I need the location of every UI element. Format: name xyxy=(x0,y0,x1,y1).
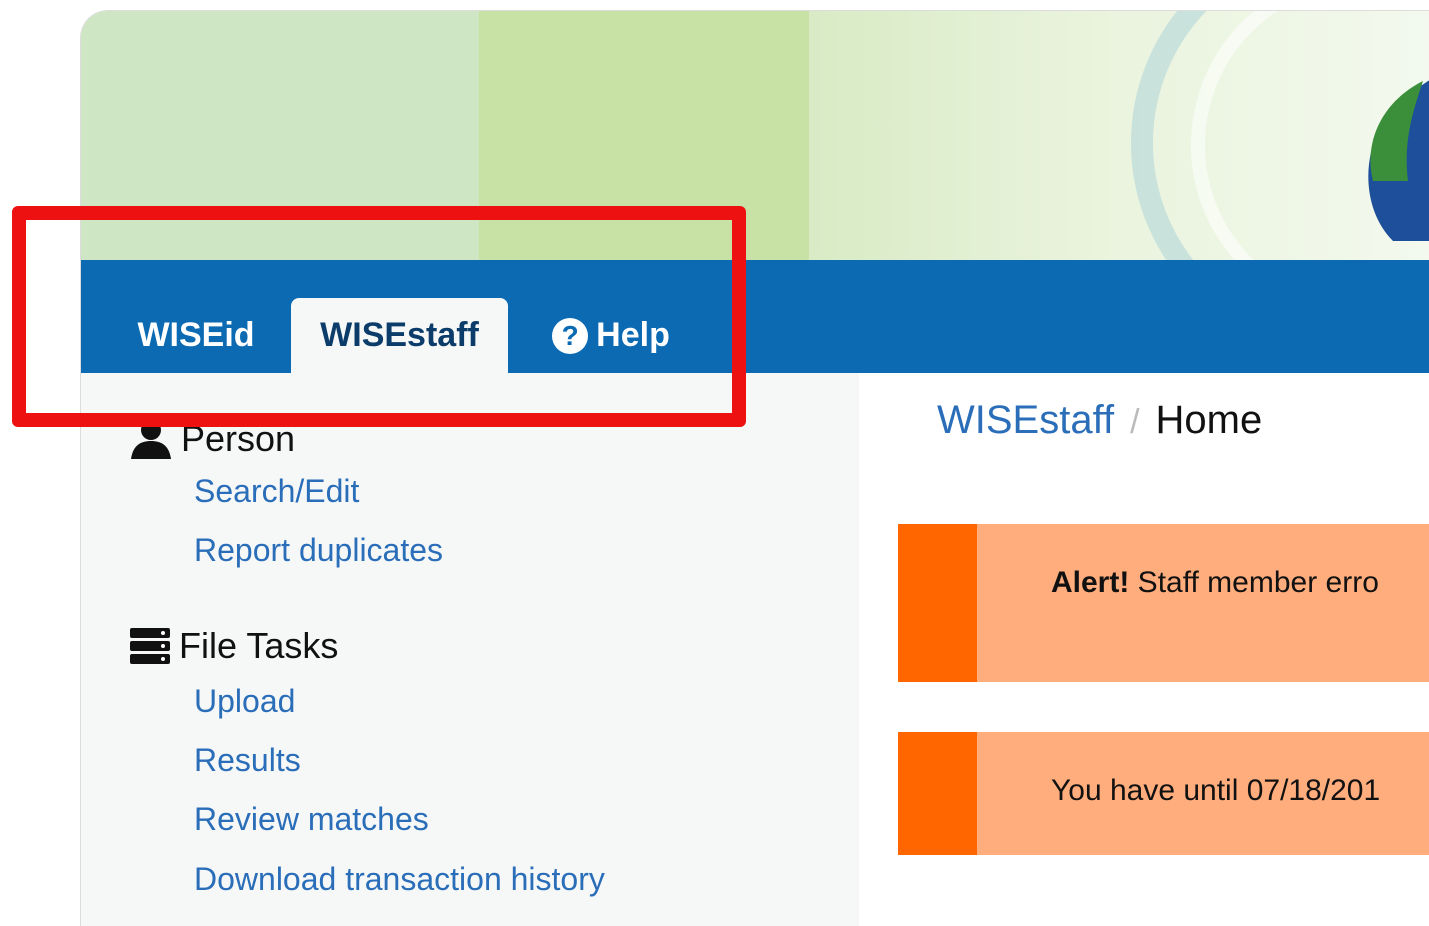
alert-deadline: You have until 07/18/201 xyxy=(898,732,1429,855)
tab-label: WISEid xyxy=(137,316,255,354)
sidebar: Person Search/Edit Report duplicates Fil… xyxy=(81,373,859,926)
person-icon xyxy=(131,420,171,459)
alert-text: You have until 07/18/201 xyxy=(1051,774,1380,808)
alert-text: Alert! Staff member erro xyxy=(1051,566,1379,600)
breadcrumb-separator: / xyxy=(1130,403,1140,441)
app-window: WISEid WISEstaff ? Help Person Search/Ed… xyxy=(80,10,1429,926)
tab-help[interactable]: ? Help xyxy=(521,298,701,373)
section-heading-label: Person xyxy=(181,418,296,459)
breadcrumb: WISEstaff / Home xyxy=(937,398,1262,443)
sidebar-link-upload[interactable]: Upload xyxy=(194,683,295,720)
tab-wiseid[interactable]: WISEid xyxy=(111,298,281,373)
alert-accent-bar xyxy=(898,524,977,682)
alert-staff-errors: Alert! Staff member erro xyxy=(898,524,1429,682)
tab-label: Help xyxy=(596,316,670,354)
sidebar-link-review-matches[interactable]: Review matches xyxy=(194,801,429,838)
alert-message: Staff member erro xyxy=(1129,566,1379,599)
question-circle-icon: ? xyxy=(552,317,589,354)
sidebar-heading-person: Person xyxy=(129,418,295,460)
alert-strong: Alert! xyxy=(1051,566,1130,599)
server-stack-icon xyxy=(130,628,170,664)
dpi-logo-icon xyxy=(1368,80,1429,241)
sidebar-link-search-edit[interactable]: Search/Edit xyxy=(194,473,359,510)
top-navbar: WISEid WISEstaff ? Help xyxy=(81,260,1429,373)
sidebar-link-report-duplicates[interactable]: Report duplicates xyxy=(194,532,443,569)
breadcrumb-current: Home xyxy=(1155,398,1263,442)
main-content: WISEstaff / Home Alert! Staff member erro … xyxy=(859,373,1429,926)
header-banner xyxy=(81,11,1429,260)
tab-wisestaff[interactable]: WISEstaff xyxy=(291,298,508,373)
alert-accent-bar xyxy=(898,732,977,855)
alert-message: You have until 07/18/201 xyxy=(1051,774,1381,807)
sidebar-link-results[interactable]: Results xyxy=(194,742,301,779)
section-heading-label: File Tasks xyxy=(179,625,339,666)
tab-label: WISEstaff xyxy=(320,316,479,354)
sidebar-heading-file-tasks: File Tasks xyxy=(129,625,338,667)
breadcrumb-link-wisestaff[interactable]: WISEstaff xyxy=(937,398,1114,442)
sidebar-link-download-transaction-history[interactable]: Download transaction history xyxy=(194,861,605,898)
